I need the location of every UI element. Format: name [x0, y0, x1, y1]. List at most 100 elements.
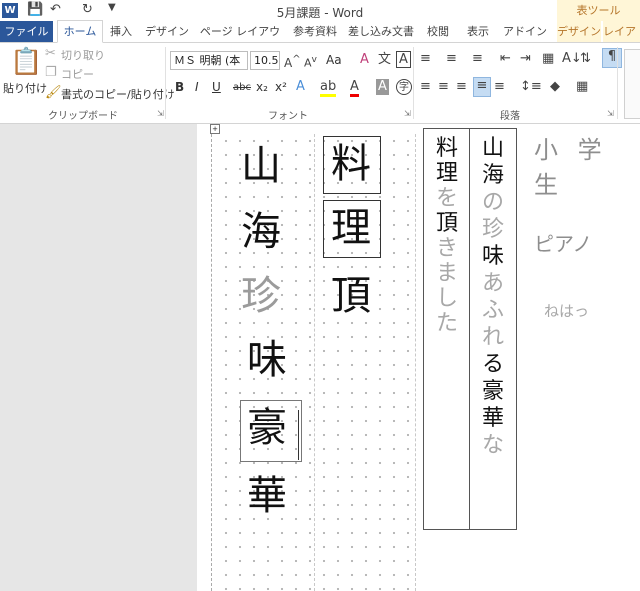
table-char: な	[481, 433, 504, 458]
bold-button[interactable]: B	[175, 80, 184, 94]
grow-font-icon[interactable]: A^	[284, 52, 301, 71]
table-char: し	[435, 286, 458, 311]
numbering-icon[interactable]: ≡	[446, 51, 457, 67]
clipboard-group-label: クリップボード	[48, 111, 118, 122]
copy-button[interactable]: コピー	[61, 66, 94, 82]
table-char: 海	[481, 163, 504, 188]
sort-az-icon[interactable]: ⇅	[580, 51, 591, 67]
table-column-right: 山海の珍味あふれる豪華な	[473, 138, 513, 457]
format-painter-button[interactable]: 書式のコピー/貼り付け	[61, 86, 175, 102]
cut-icon[interactable]: ✂	[45, 46, 56, 62]
table-char: 豪	[481, 379, 504, 404]
subscript-button[interactable]: x₂	[256, 80, 268, 94]
tab-file[interactable]: ファイル	[0, 21, 53, 42]
enclose-char-icon[interactable]: 字	[396, 79, 412, 95]
font-color-icon[interactable]: A	[350, 79, 359, 97]
table-char: き	[435, 236, 458, 261]
text-effects-icon[interactable]: A	[296, 79, 305, 95]
paragraph-group-label: 段落	[500, 111, 520, 122]
asian-layout-icon[interactable]: ▦	[542, 51, 554, 67]
highlight-icon[interactable]: ab	[320, 79, 337, 97]
styles-gallery[interactable]	[624, 49, 640, 119]
increase-indent-icon[interactable]: ⇥	[520, 51, 531, 67]
table-column-left: 料理を頂きました	[427, 138, 467, 335]
paste-button[interactable]: 貼り付け	[3, 80, 47, 96]
shrink-font-icon[interactable]: Av	[304, 52, 317, 72]
underline-button[interactable]: U	[212, 80, 221, 94]
table-char: 珍	[481, 217, 504, 242]
font-name-combo[interactable]: ＭＳ 明朝 (本	[170, 51, 248, 70]
line-spacing-icon[interactable]: ↕≡	[520, 79, 542, 95]
char-border-icon[interactable]: A	[396, 51, 411, 68]
clear-format-icon[interactable]: A	[360, 52, 369, 68]
ribbon-tabs: ファイル ホーム 挿入 デザイン ページ レイアウト 参考資料 差し込み文書 校…	[0, 20, 640, 59]
tab-insert[interactable]: 挿入	[104, 21, 138, 42]
table-char: 華	[481, 406, 504, 431]
tab-references[interactable]: 参考資料	[288, 21, 342, 42]
table-char: れ	[481, 325, 504, 350]
bullets-icon[interactable]: ≡	[420, 51, 431, 67]
table-char: 頂	[435, 211, 458, 236]
grid-divider	[314, 134, 315, 591]
font-launcher-icon[interactable]: ⇲	[404, 109, 411, 118]
document-page[interactable]: + 山 海 珍 味 豪 華 料 理 頂 料理を頂きました 山海の珍味あふれる豪華…	[197, 124, 640, 591]
strikethrough-button[interactable]: abc	[233, 82, 251, 93]
tab-view[interactable]: 表示	[460, 21, 496, 42]
align-left-icon[interactable]: ≡	[420, 79, 431, 95]
distributed-icon[interactable]: ≡	[494, 79, 505, 95]
margin-guide	[211, 134, 212, 591]
format-painter-icon[interactable]: 🖌	[45, 85, 62, 101]
table-char: ふ	[481, 298, 504, 323]
copy-icon[interactable]: ❐	[45, 65, 57, 81]
grid-char: 料	[331, 141, 371, 187]
italic-button[interactable]: I	[195, 80, 199, 94]
grid-divider	[415, 134, 416, 591]
multilevel-list-icon[interactable]: ≡	[472, 51, 483, 67]
grid-char: 海	[241, 209, 281, 255]
paste-icon[interactable]: 📋	[10, 47, 42, 77]
char-shading-icon[interactable]: A	[376, 79, 389, 95]
table-char: る	[481, 352, 504, 377]
table-char: 理	[435, 161, 458, 186]
table-char: あ	[481, 271, 504, 296]
table-column-divider	[469, 128, 470, 530]
table-char: た	[435, 311, 458, 336]
phonetic-guide-icon[interactable]: 文	[378, 52, 391, 68]
grid-char: 頂	[331, 273, 371, 319]
grid-char: 豪	[247, 405, 287, 451]
table-move-handle[interactable]: +	[210, 124, 220, 134]
font-group-label: フォント	[268, 111, 308, 122]
tab-mailings[interactable]: 差し込み文書	[346, 21, 416, 42]
paragraph-launcher-icon[interactable]: ⇲	[607, 109, 614, 118]
shading-icon[interactable]: ◆	[550, 79, 560, 95]
tab-home[interactable]: ホーム	[57, 20, 103, 43]
table-char: 料	[435, 136, 458, 161]
tab-table-design[interactable]: デザイン	[557, 21, 601, 42]
tab-page-layout[interactable]: ページ レイアウト	[196, 21, 284, 59]
decrease-indent-icon[interactable]: ⇤	[500, 51, 511, 67]
show-marks-icon[interactable]: ¶	[602, 48, 622, 68]
table-char: 山	[481, 136, 504, 161]
clipboard-launcher-icon[interactable]: ⇲	[157, 109, 164, 118]
change-case-button[interactable]: Aa	[326, 53, 342, 67]
sort-icon[interactable]: A↓	[562, 51, 582, 67]
justify-icon[interactable]: ≡	[473, 77, 491, 97]
superscript-button[interactable]: x²	[275, 80, 287, 94]
grid-char: 珍	[241, 273, 281, 319]
tab-review[interactable]: 校閲	[420, 21, 456, 42]
grid-char: 理	[331, 205, 371, 251]
table-tools-context-title: 表ツール	[557, 0, 640, 21]
table-char: 味	[481, 244, 504, 269]
borders-icon[interactable]: ▦	[576, 79, 588, 95]
table-char: を	[435, 186, 458, 211]
table-char: の	[481, 190, 504, 215]
tab-addins[interactable]: アドイン	[500, 21, 550, 42]
align-center-icon[interactable]: ≡	[438, 79, 449, 95]
table-char: ま	[435, 261, 458, 286]
tab-design[interactable]: デザイン	[142, 21, 192, 42]
cut-button[interactable]: 切り取り	[61, 47, 105, 63]
tab-table-layout[interactable]: レイア	[603, 21, 640, 42]
align-right-icon[interactable]: ≡	[456, 79, 467, 95]
grid-char: 華	[247, 473, 287, 519]
font-size-combo[interactable]: 10.5	[250, 51, 280, 70]
